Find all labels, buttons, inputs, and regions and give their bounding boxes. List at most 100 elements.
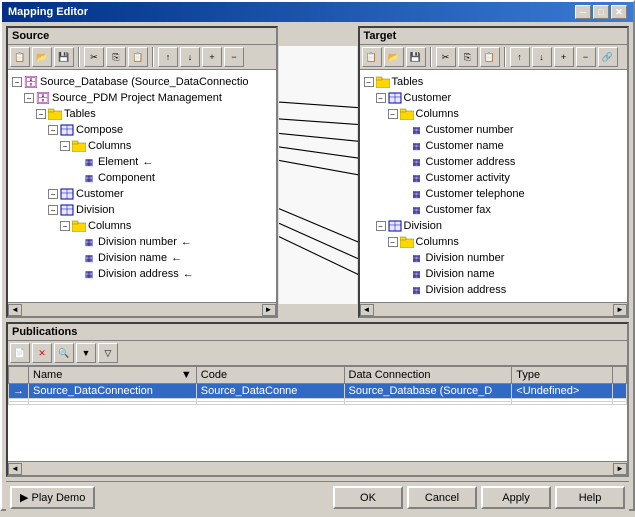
source-collapse-btn[interactable]: − [224,47,244,67]
publications-table[interactable]: Name ▼ Code Data Connection Type → S [8,366,627,461]
pub-new-btn[interactable]: 📄 [10,343,30,363]
maximize-button[interactable]: □ [593,5,609,19]
list-item[interactable]: − Columns [12,138,272,154]
list-item[interactable]: − 🗄 Source_PDM Project Management [12,90,272,106]
expand-icon[interactable]: − [388,237,398,247]
expand-icon[interactable]: − [388,109,398,119]
target-expand-btn[interactable]: + [554,47,574,67]
scroll-left-btn[interactable]: ◄ [360,304,374,316]
list-item[interactable]: − Division [12,202,272,218]
scroll-left-btn[interactable]: ◄ [8,463,22,475]
target-link-btn[interactable]: 🔗 [598,47,618,67]
source-expand-btn[interactable]: + [202,47,222,67]
pub-filter-btn[interactable]: ▼ [76,343,96,363]
tree-node-label: Columns [416,108,459,120]
pub-delete-btn[interactable]: ✕ [32,343,52,363]
column-icon: ▦ [82,171,96,185]
list-item[interactable]: − Customer [364,90,624,106]
column-icon: ▦ [82,155,96,169]
target-new-btn[interactable]: 📋 [362,47,382,67]
expand-icon[interactable]: − [60,141,70,151]
list-item[interactable]: ▦ Customer name [364,138,624,154]
play-demo-button[interactable]: ▶ Play Demo [10,486,95,509]
expand-icon[interactable]: − [376,93,386,103]
scroll-right-btn[interactable]: ► [613,463,627,475]
list-item[interactable]: ▦ Element ← [12,154,272,170]
expand-icon[interactable]: − [376,221,386,231]
list-item[interactable]: ▦ Customer telephone [364,186,624,202]
list-item[interactable]: − Tables [12,106,272,122]
source-new-btn[interactable]: 📋 [10,47,30,67]
help-button[interactable]: Help [555,486,625,509]
list-item[interactable]: ▦ Division address [364,282,624,298]
expand-icon[interactable]: − [60,221,70,231]
target-hscroll[interactable]: ◄ ► [360,302,628,316]
target-collapse-btn[interactable]: − [576,47,596,67]
target-down-btn[interactable]: ↓ [532,47,552,67]
list-item[interactable]: ▦ Division name ← [12,250,272,266]
col-header-code[interactable]: Code [196,367,344,384]
ok-button[interactable]: OK [333,486,403,509]
pub-filter2-btn[interactable]: ▽ [98,343,118,363]
list-item[interactable]: ▦ Component [12,170,272,186]
source-down-btn[interactable]: ↓ [180,47,200,67]
minimize-button[interactable]: ─ [575,5,591,19]
list-item[interactable]: ▦ Division number [364,250,624,266]
expand-icon[interactable]: − [48,205,58,215]
target-open-btn[interactable]: 📂 [384,47,404,67]
col-header-arrow [9,367,29,384]
table-row[interactable] [9,402,627,405]
source-tree[interactable]: − 🗄 Source_Database (Source_DataConnecti… [8,70,276,302]
col-header-dataconn[interactable]: Data Connection [344,367,512,384]
mapping-arrow: ← [181,236,192,248]
source-save-btn[interactable]: 💾 [54,47,74,67]
expand-icon[interactable]: − [24,93,34,103]
scroll-left-btn[interactable]: ◄ [8,304,22,316]
expand-icon[interactable]: − [48,125,58,135]
list-item[interactable]: − 🗄 Source_Database (Source_DataConnecti… [12,74,272,90]
source-copy-btn[interactable]: ⎘ [106,47,126,67]
table-row[interactable]: → Source_DataConnection Source_DataConne… [9,384,627,399]
close-button[interactable]: ✕ [611,5,627,19]
target-tree[interactable]: − Tables − Customer [360,70,628,302]
col-header-type[interactable]: Type [512,367,613,384]
col-header-name[interactable]: Name ▼ [29,367,197,384]
list-item[interactable]: − Columns [364,106,624,122]
tree-node-label: Division name [98,252,167,264]
apply-button[interactable]: Apply [481,486,551,509]
target-save-btn[interactable]: 💾 [406,47,426,67]
list-item[interactable]: ▦ Customer address [364,154,624,170]
target-up-btn[interactable]: ↑ [510,47,530,67]
mapping-editor-window: Mapping Editor ─ □ ✕ Source 📋 📂 💾 ✂ ⎘ 📋 [0,0,635,511]
scroll-right-btn[interactable]: ► [613,304,627,316]
scroll-right-btn[interactable]: ► [262,304,276,316]
expand-icon[interactable]: − [48,189,58,199]
source-cut-btn[interactable]: ✂ [84,47,104,67]
expand-icon[interactable]: − [12,77,22,87]
expand-icon[interactable]: − [36,109,46,119]
source-up-btn[interactable]: ↑ [158,47,178,67]
pub-search-btn[interactable]: 🔍 [54,343,74,363]
expand-icon[interactable]: − [364,77,374,87]
source-open-btn[interactable]: 📂 [32,47,52,67]
list-item[interactable]: ▦ Customer fax [364,202,624,218]
cancel-button[interactable]: Cancel [407,486,477,509]
list-item[interactable]: − Compose [12,122,272,138]
source-paste-btn[interactable]: 📋 [128,47,148,67]
list-item[interactable]: − Columns [12,218,272,234]
target-paste-btn[interactable]: 📋 [480,47,500,67]
target-copy-btn[interactable]: ⎘ [458,47,478,67]
tree-node-label: Division [404,220,443,232]
target-cut-btn[interactable]: ✂ [436,47,456,67]
list-item[interactable]: ▦ Customer number [364,122,624,138]
list-item[interactable]: − Columns [364,234,624,250]
list-item[interactable]: ▦ Division number ← [12,234,272,250]
list-item[interactable]: − Customer [12,186,272,202]
list-item[interactable]: ▦ Customer activity [364,170,624,186]
source-hscroll[interactable]: ◄ ► [8,302,276,316]
list-item[interactable]: − Tables [364,74,624,90]
list-item[interactable]: − Division [364,218,624,234]
list-item[interactable]: ▦ Division address ← [12,266,272,282]
pub-hscroll[interactable]: ◄ ► [8,461,627,475]
list-item[interactable]: ▦ Division name [364,266,624,282]
